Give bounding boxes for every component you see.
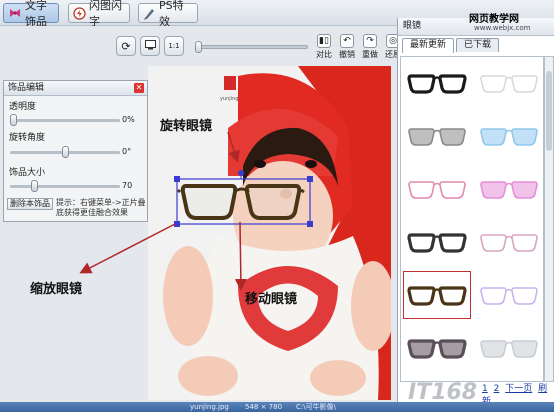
- opacity-value: 0%: [122, 115, 135, 124]
- monitor-icon: [144, 39, 156, 53]
- glasses-icon: [407, 286, 467, 306]
- rotate-label: 旋转角度: [9, 133, 46, 143]
- resize-handle[interactable]: [307, 176, 313, 182]
- opacity-slider-thumb[interactable]: [10, 114, 17, 126]
- tab-label: 闪图闪字: [89, 0, 122, 28]
- glasses-sidebar: 眼镜 最新更新 已下载 1 2 下一页 刷新: [397, 18, 554, 407]
- resize-handle[interactable]: [174, 176, 180, 182]
- tab-ps-effects[interactable]: PS特效: [138, 0, 198, 28]
- page-link[interactable]: 2: [494, 384, 500, 394]
- tab-label: PS特效: [159, 0, 184, 28]
- tab-text-accessories[interactable]: 文字饰品: [3, 0, 59, 28]
- compare-button[interactable]: ▮▯ 对比: [313, 34, 335, 60]
- glasses-icon: [480, 128, 538, 146]
- page-link[interactable]: 1: [482, 384, 488, 394]
- rotate-slider[interactable]: [10, 146, 120, 158]
- brush-icon: [143, 6, 156, 20]
- compare-label: 对比: [316, 50, 332, 59]
- view-toolbar: ⟳ 1:1 ▮▯ 对比 ↶ 撤销 ↷ 重做 ◎ 还原: [108, 34, 401, 60]
- panel-header: 饰品编辑 ✕: [4, 81, 147, 96]
- close-icon[interactable]: ✕: [134, 83, 144, 93]
- panel-title: 饰品编辑: [8, 83, 45, 93]
- glasses-icon: [407, 339, 467, 359]
- glasses-icon: [407, 233, 467, 253]
- glasses-thumbnail[interactable]: [473, 269, 545, 321]
- rotate-view-button[interactable]: ⟳: [116, 36, 136, 56]
- glasses-icon: [480, 287, 538, 305]
- rotate-annotation: 旋转眼镜: [160, 119, 213, 134]
- opacity-slider[interactable]: [10, 114, 120, 126]
- size-value: 70: [122, 181, 133, 190]
- opacity-label: 透明度: [9, 102, 37, 112]
- glasses-thumbnail[interactable]: [473, 110, 545, 162]
- redo-label: 重做: [362, 50, 378, 59]
- zoom-slider-thumb[interactable]: [195, 41, 202, 53]
- status-dimensions: 548 × 780: [245, 403, 283, 411]
- glasses-grid: [400, 56, 544, 382]
- glasses-thumbnail[interactable]: [473, 57, 545, 109]
- rotate-value: 0°: [122, 147, 132, 156]
- glasses-thumbnail[interactable]: [401, 57, 473, 109]
- watermark-site-cn: 网页教学网: [469, 14, 519, 25]
- size-label: 饰品大小: [9, 168, 46, 178]
- refresh-icon: ⟳: [121, 39, 131, 53]
- status-bar: yunjing.jpg 548 × 780 C:\可牛影像\: [0, 402, 554, 412]
- glasses-thumbnail[interactable]: [401, 216, 473, 268]
- status-filename: yunjing.jpg: [190, 403, 229, 411]
- size-slider[interactable]: [10, 180, 120, 192]
- glasses-thumbnail[interactable]: [401, 322, 473, 374]
- glasses-thumbnail[interactable]: [401, 163, 473, 215]
- rotate-slider-thumb[interactable]: [62, 146, 69, 158]
- accessory-edit-panel: 饰品编辑 ✕ 透明度 0% 旋转角度 0° 饰品大小 70 删除本饰品 提示：右…: [3, 80, 148, 222]
- size-slider-thumb[interactable]: [30, 180, 38, 192]
- next-page-link[interactable]: 下一页: [505, 384, 532, 394]
- undo-icon: ↶: [340, 34, 354, 48]
- actual-size-button[interactable]: 1:1: [164, 36, 184, 56]
- resize-handle[interactable]: [307, 221, 313, 227]
- undo-label: 撤销: [339, 50, 355, 59]
- glasses-thumbnail[interactable]: [401, 269, 473, 321]
- redo-button[interactable]: ↷ 重做: [359, 34, 381, 60]
- compare-icon: ▮▯: [317, 34, 331, 48]
- tab-flash-text[interactable]: 闪图闪字: [68, 0, 130, 28]
- glasses-icon: [407, 74, 467, 94]
- sidebar-scrollbar[interactable]: [544, 56, 554, 382]
- glasses-thumbnail[interactable]: [401, 110, 473, 162]
- status-path: C:\可牛影像\: [296, 403, 336, 411]
- redo-icon: ↷: [363, 34, 377, 48]
- sidebar-tabs: 最新更新 已下载: [402, 38, 501, 54]
- glasses-thumbnail[interactable]: [473, 163, 545, 215]
- undo-button[interactable]: ↶ 撤销: [336, 34, 358, 60]
- scrollbar-thumb[interactable]: [546, 71, 552, 151]
- tab-downloaded[interactable]: 已下载: [456, 38, 500, 52]
- glasses-icon: [480, 181, 538, 199]
- glasses-icon: [408, 128, 466, 146]
- tab-latest[interactable]: 最新更新: [402, 38, 455, 53]
- glasses-thumbnail[interactable]: [473, 322, 545, 374]
- panel-hint: 提示：右键菜单->正片叠底获得更佳融合效果: [56, 198, 146, 217]
- glasses-icon: [480, 340, 538, 358]
- actual-size-icon: 1:1: [168, 42, 180, 50]
- watermark-site-url: www.webjx.com: [474, 24, 531, 32]
- glasses-icon: [480, 234, 538, 252]
- scale-annotation: 缩放眼镜: [30, 282, 83, 297]
- move-annotation: 移动眼镜: [245, 292, 298, 307]
- delete-accessory-button[interactable]: 删除本饰品: [7, 198, 53, 210]
- fit-screen-button[interactable]: [140, 36, 160, 56]
- tab-label: 文字饰品: [25, 0, 47, 28]
- zoom-slider[interactable]: [195, 41, 308, 53]
- flash-icon: [73, 6, 86, 20]
- ribbon-icon: [8, 6, 22, 20]
- glasses-thumbnail[interactable]: [473, 216, 545, 268]
- glasses-icon: [408, 181, 466, 199]
- resize-handle[interactable]: [174, 221, 180, 227]
- glasses-icon: [480, 75, 538, 93]
